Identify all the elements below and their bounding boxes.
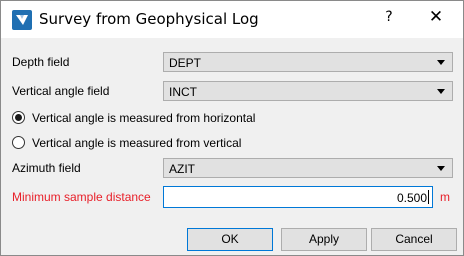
azimuth-field-select[interactable]: AZIT xyxy=(163,158,453,178)
depth-field-label: Depth field xyxy=(12,55,70,69)
azimuth-field-value: AZIT xyxy=(169,162,195,176)
vertical-angle-field-select[interactable]: INCT xyxy=(163,81,453,101)
chevron-down-icon xyxy=(437,166,445,171)
survey-dialog: Survey from Geophysical Log ? ✕ Depth fi… xyxy=(0,0,464,256)
radio-from-horizontal[interactable] xyxy=(12,111,25,124)
depth-field-value: DEPT xyxy=(169,56,202,70)
help-button[interactable]: ? xyxy=(379,9,399,29)
vertical-angle-field-label: Vertical angle field xyxy=(12,84,110,98)
chevron-down-icon xyxy=(437,60,445,65)
min-sample-distance-label: Minimum sample distance xyxy=(12,190,151,204)
vertical-angle-field-value: INCT xyxy=(169,85,197,99)
apply-button[interactable]: Apply xyxy=(281,228,367,251)
text-caret xyxy=(428,190,429,204)
title-bar: Survey from Geophysical Log ? ✕ xyxy=(1,1,463,38)
cancel-button[interactable]: Cancel xyxy=(371,228,457,251)
radio-from-horizontal-label[interactable]: Vertical angle is measured from horizont… xyxy=(32,111,255,125)
min-sample-distance-value: 0.500 xyxy=(396,191,427,205)
chevron-down-icon xyxy=(437,89,445,94)
dialog-title: Survey from Geophysical Log xyxy=(39,10,259,28)
radio-from-vertical-label[interactable]: Vertical angle is measured from vertical xyxy=(32,136,241,150)
depth-field-select[interactable]: DEPT xyxy=(163,52,453,72)
close-button[interactable]: ✕ xyxy=(425,7,447,29)
app-logo-icon xyxy=(12,10,32,30)
azimuth-field-label: Azimuth field xyxy=(12,161,81,175)
min-sample-distance-input[interactable]: 0.500 xyxy=(163,186,433,208)
unit-label: m xyxy=(440,190,450,204)
ok-button[interactable]: OK xyxy=(187,228,273,251)
radio-selected-dot xyxy=(15,114,22,121)
radio-from-vertical[interactable] xyxy=(12,136,25,149)
